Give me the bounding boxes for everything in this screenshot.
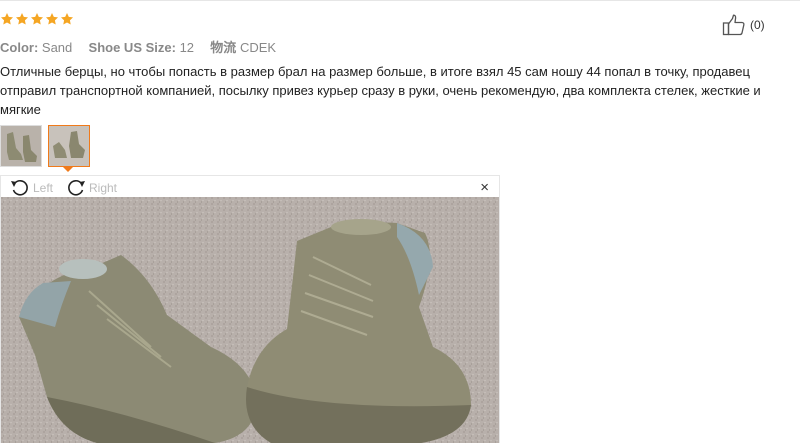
thumbs-up-icon: [722, 14, 745, 36]
star-rating: [0, 12, 74, 26]
star-icon: [30, 13, 44, 25]
review-text: Отличные берцы, но чтобы попасть в разме…: [0, 64, 761, 117]
top-divider: [0, 0, 800, 1]
star-icon: [60, 13, 74, 25]
close-icon[interactable]: ×: [480, 179, 489, 196]
color-value: Sand: [41, 40, 73, 55]
star-icon: [0, 13, 14, 25]
photo-thumbnail-1[interactable]: [0, 125, 42, 167]
photo-thumbnails: [0, 125, 90, 167]
shipping-label: 物流: [210, 40, 237, 55]
rotate-left-icon: [11, 179, 28, 196]
purchase-attributes: Color: Sand Shoe US Size: 12 物流 CDEK: [0, 37, 276, 56]
boots-thumbnail-image: [49, 126, 89, 166]
selected-thumbnail-pointer: [62, 166, 74, 172]
rotate-left-label: Left: [33, 181, 54, 195]
rotate-right-label: Right: [89, 181, 118, 195]
rotate-right-button[interactable]: Right: [65, 178, 117, 198]
size-label: Shoe US Size:: [88, 40, 176, 55]
star-icon: [45, 13, 59, 25]
star-icon: [15, 13, 29, 25]
photo-thumbnail-2[interactable]: [48, 125, 90, 167]
photo-viewer: Left Right ×: [0, 175, 500, 443]
shipping-value: CDEK: [239, 40, 277, 55]
size-value: 12: [179, 40, 195, 55]
helpful-button[interactable]: (0): [722, 14, 765, 36]
rotate-right-icon: [68, 179, 85, 196]
color-label: Color:: [0, 40, 39, 55]
photo-viewer-toolbar: Left Right ×: [1, 176, 499, 197]
boots-thumbnail-image: [1, 126, 41, 166]
helpful-count: (0): [750, 18, 765, 32]
review-photo: [1, 197, 499, 443]
rotate-left-button[interactable]: Left: [9, 178, 53, 198]
